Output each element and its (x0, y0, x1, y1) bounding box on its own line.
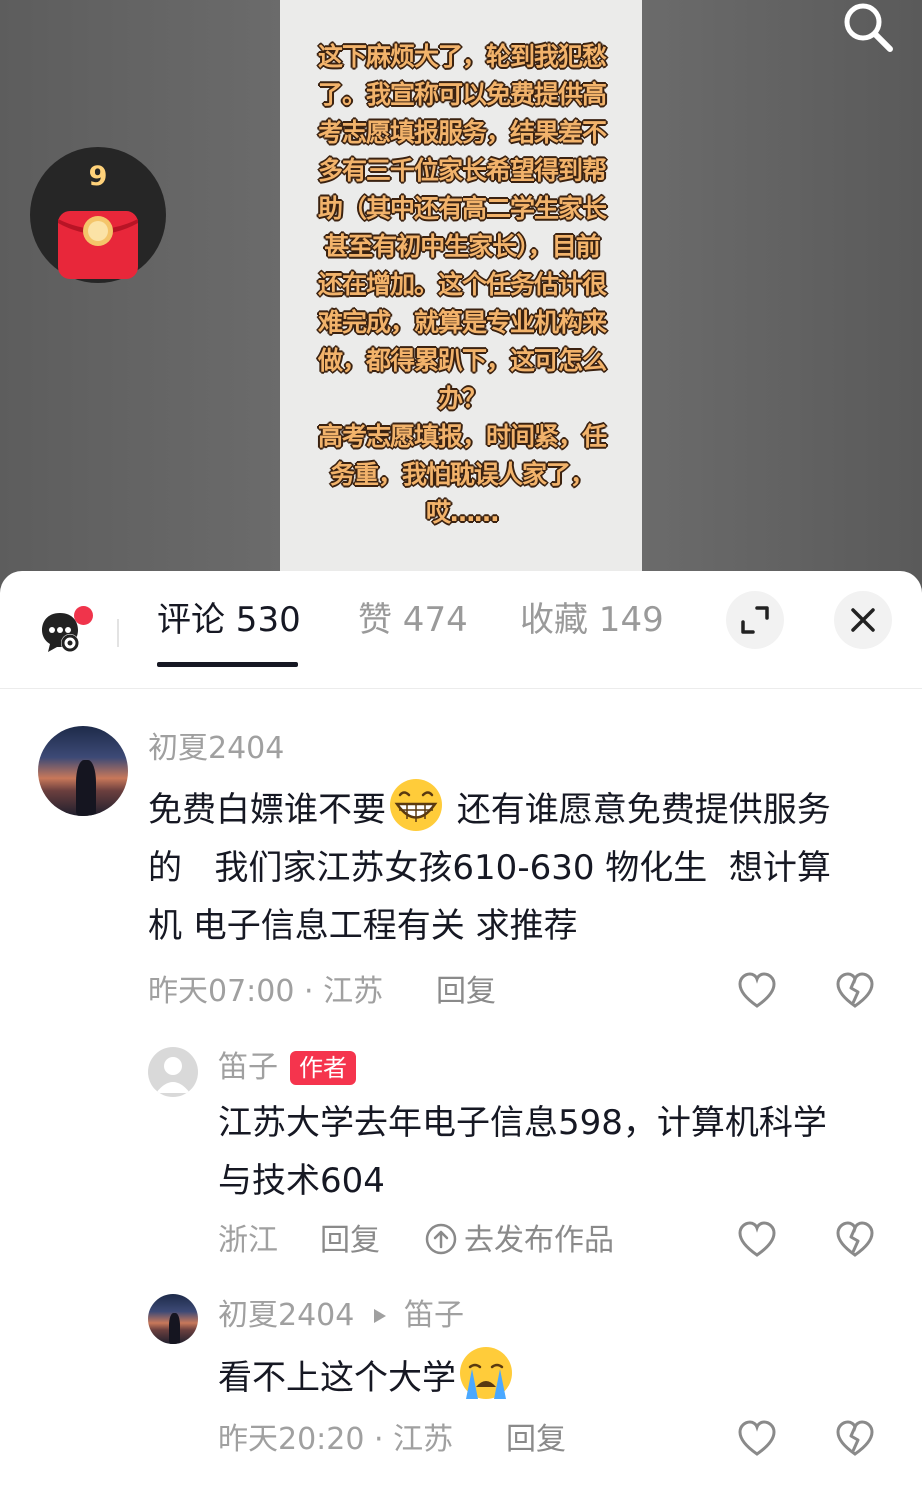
video-note-line: 多有三千位家长希望得到帮 (317, 156, 607, 185)
reply-location: 江苏 (393, 1422, 454, 1457)
grin-emoji-icon (390, 779, 442, 831)
upload-circle-icon (425, 1223, 457, 1255)
comment-time: 昨天07:00 (148, 974, 295, 1009)
default-avatar-icon (156, 1057, 190, 1093)
avatar[interactable] (38, 726, 128, 816)
expand-icon (741, 606, 769, 634)
comment-text-segment: 免费白嫖谁不要 (148, 790, 386, 830)
dislike-broken-heart-icon[interactable] (834, 1418, 876, 1460)
reply-time-location: 昨天20:20 · 江苏 (218, 1420, 453, 1460)
reply-text-line: 江苏大学去年电子信息598，计算机科学 (218, 1103, 827, 1143)
reply-username[interactable]: 笛子 (218, 1048, 278, 1088)
active-tab-indicator (157, 662, 298, 667)
avatar[interactable] (148, 1294, 198, 1344)
like-heart-icon[interactable] (736, 970, 778, 1012)
video-note-line: 做，都得累趴下，这可怎么 (317, 346, 607, 375)
video-note-line: 办？ (437, 384, 487, 413)
comment-text-line: 机 电子信息工程有关 求推荐 (148, 906, 578, 946)
like-heart-icon[interactable] (736, 1418, 778, 1460)
video-note-line: 甚至有初中生家长），目前 (324, 232, 601, 261)
reply-location: 浙江 (218, 1223, 278, 1258)
publish-work-label: 去发布作品 (464, 1223, 614, 1258)
close-icon (851, 608, 875, 632)
reply-to-username[interactable]: 笛子 (404, 1296, 464, 1336)
reply-text: 江苏大学去年电子信息598，计算机科学 与技术604 (218, 1094, 898, 1210)
close-button[interactable] (834, 591, 892, 649)
video-note-line: 考志愿填报服务，结果差不 (317, 118, 607, 147)
comment-time-location: 昨天07:00 · 江苏 (148, 972, 383, 1012)
meta-separator: · (304, 974, 324, 1009)
search-icon (844, 3, 893, 52)
red-packet-count: 9 (88, 161, 108, 192)
video-note-line: 务重，我怕耽误人家了， (329, 460, 595, 489)
dislike-broken-heart-icon[interactable] (834, 970, 876, 1012)
video-note-card: 这下麻烦大了，轮到我犯愁 了。我宣称可以免费提供高 考志愿填报服务，结果差不 多有三千… (280, 0, 642, 600)
tab-likes[interactable]: 赞 474 (358, 597, 468, 643)
comment-text-line: 的 我们家江苏女孩610-630 物化生 想计算 (148, 848, 831, 888)
comment-sheet: 评论 530 赞 474 收藏 149 初夏2404 免费白嫖谁不要 还有谁愿意… (0, 571, 922, 1485)
dislike-broken-heart-icon[interactable] (834, 1219, 876, 1261)
tab-comments[interactable]: 评论 530 (157, 597, 301, 643)
reply-arrow-icon (374, 1309, 386, 1323)
comment-text: 免费白嫖谁不要 还有谁愿意免费提供服务 的 我们家江苏女孩610-630 物化生… (148, 777, 888, 955)
video-note-line: 这下麻烦大了，轮到我犯愁 (317, 42, 607, 71)
video-note-line: 哎…… (425, 498, 499, 527)
notification-dot (74, 606, 93, 625)
video-note-line: 高考志愿填报，时间紧，任 (317, 422, 607, 451)
comment-location: 江苏 (323, 974, 384, 1009)
avatar[interactable] (148, 1047, 198, 1097)
crying-emoji-icon (460, 1347, 512, 1399)
reply-time: 昨天20:20 (218, 1422, 365, 1457)
reply-button[interactable]: 回复 (320, 1221, 380, 1261)
comment-username[interactable]: 初夏2404 (148, 729, 284, 769)
video-note-text: 这下麻烦大了，轮到我犯愁 了。我宣称可以免费提供高 考志愿填报服务，结果差不 多有三千… (316, 38, 608, 532)
tab-favorites[interactable]: 收藏 149 (520, 597, 664, 643)
reply-text-segment: 看不上这个大学 (218, 1358, 456, 1398)
search-button[interactable] (838, 0, 898, 58)
red-packet-icon (58, 211, 138, 279)
author-badge: 作者 (290, 1051, 356, 1085)
comment-text-segment: 还有谁愿意免费提供服务 (456, 790, 831, 830)
video-note-line: 还在增加。这个任务估计很 (317, 270, 607, 299)
meta-separator: · (374, 1422, 394, 1457)
video-note-line: 了。我宣称可以免费提供高 (317, 80, 607, 109)
video-background-right (642, 0, 922, 600)
like-heart-icon[interactable] (736, 1219, 778, 1261)
reply-text: 看不上这个大学 (218, 1345, 818, 1407)
reply-username[interactable]: 初夏2404 (218, 1296, 354, 1336)
tab-divider (117, 619, 119, 647)
publish-work-button[interactable]: 去发布作品 (424, 1221, 614, 1261)
video-player[interactable]: 这下麻烦大了，轮到我犯愁 了。我宣称可以免费提供高 考志愿填报服务，结果差不 多有三千… (0, 0, 922, 600)
reply-button[interactable]: 回复 (506, 1420, 566, 1460)
expand-button[interactable] (726, 591, 784, 649)
reply-button[interactable]: 回复 (436, 972, 496, 1012)
red-packet-button[interactable]: 9 (30, 147, 166, 283)
comment-tabs-bar: 评论 530 赞 474 收藏 149 (0, 571, 922, 689)
video-note-line: 助（其中还有高二学生家长 (317, 194, 607, 223)
reply-text-line: 与技术604 (218, 1161, 385, 1201)
video-background-left (0, 0, 280, 600)
video-note-line: 难完成，就算是专业机构来 (317, 308, 607, 337)
